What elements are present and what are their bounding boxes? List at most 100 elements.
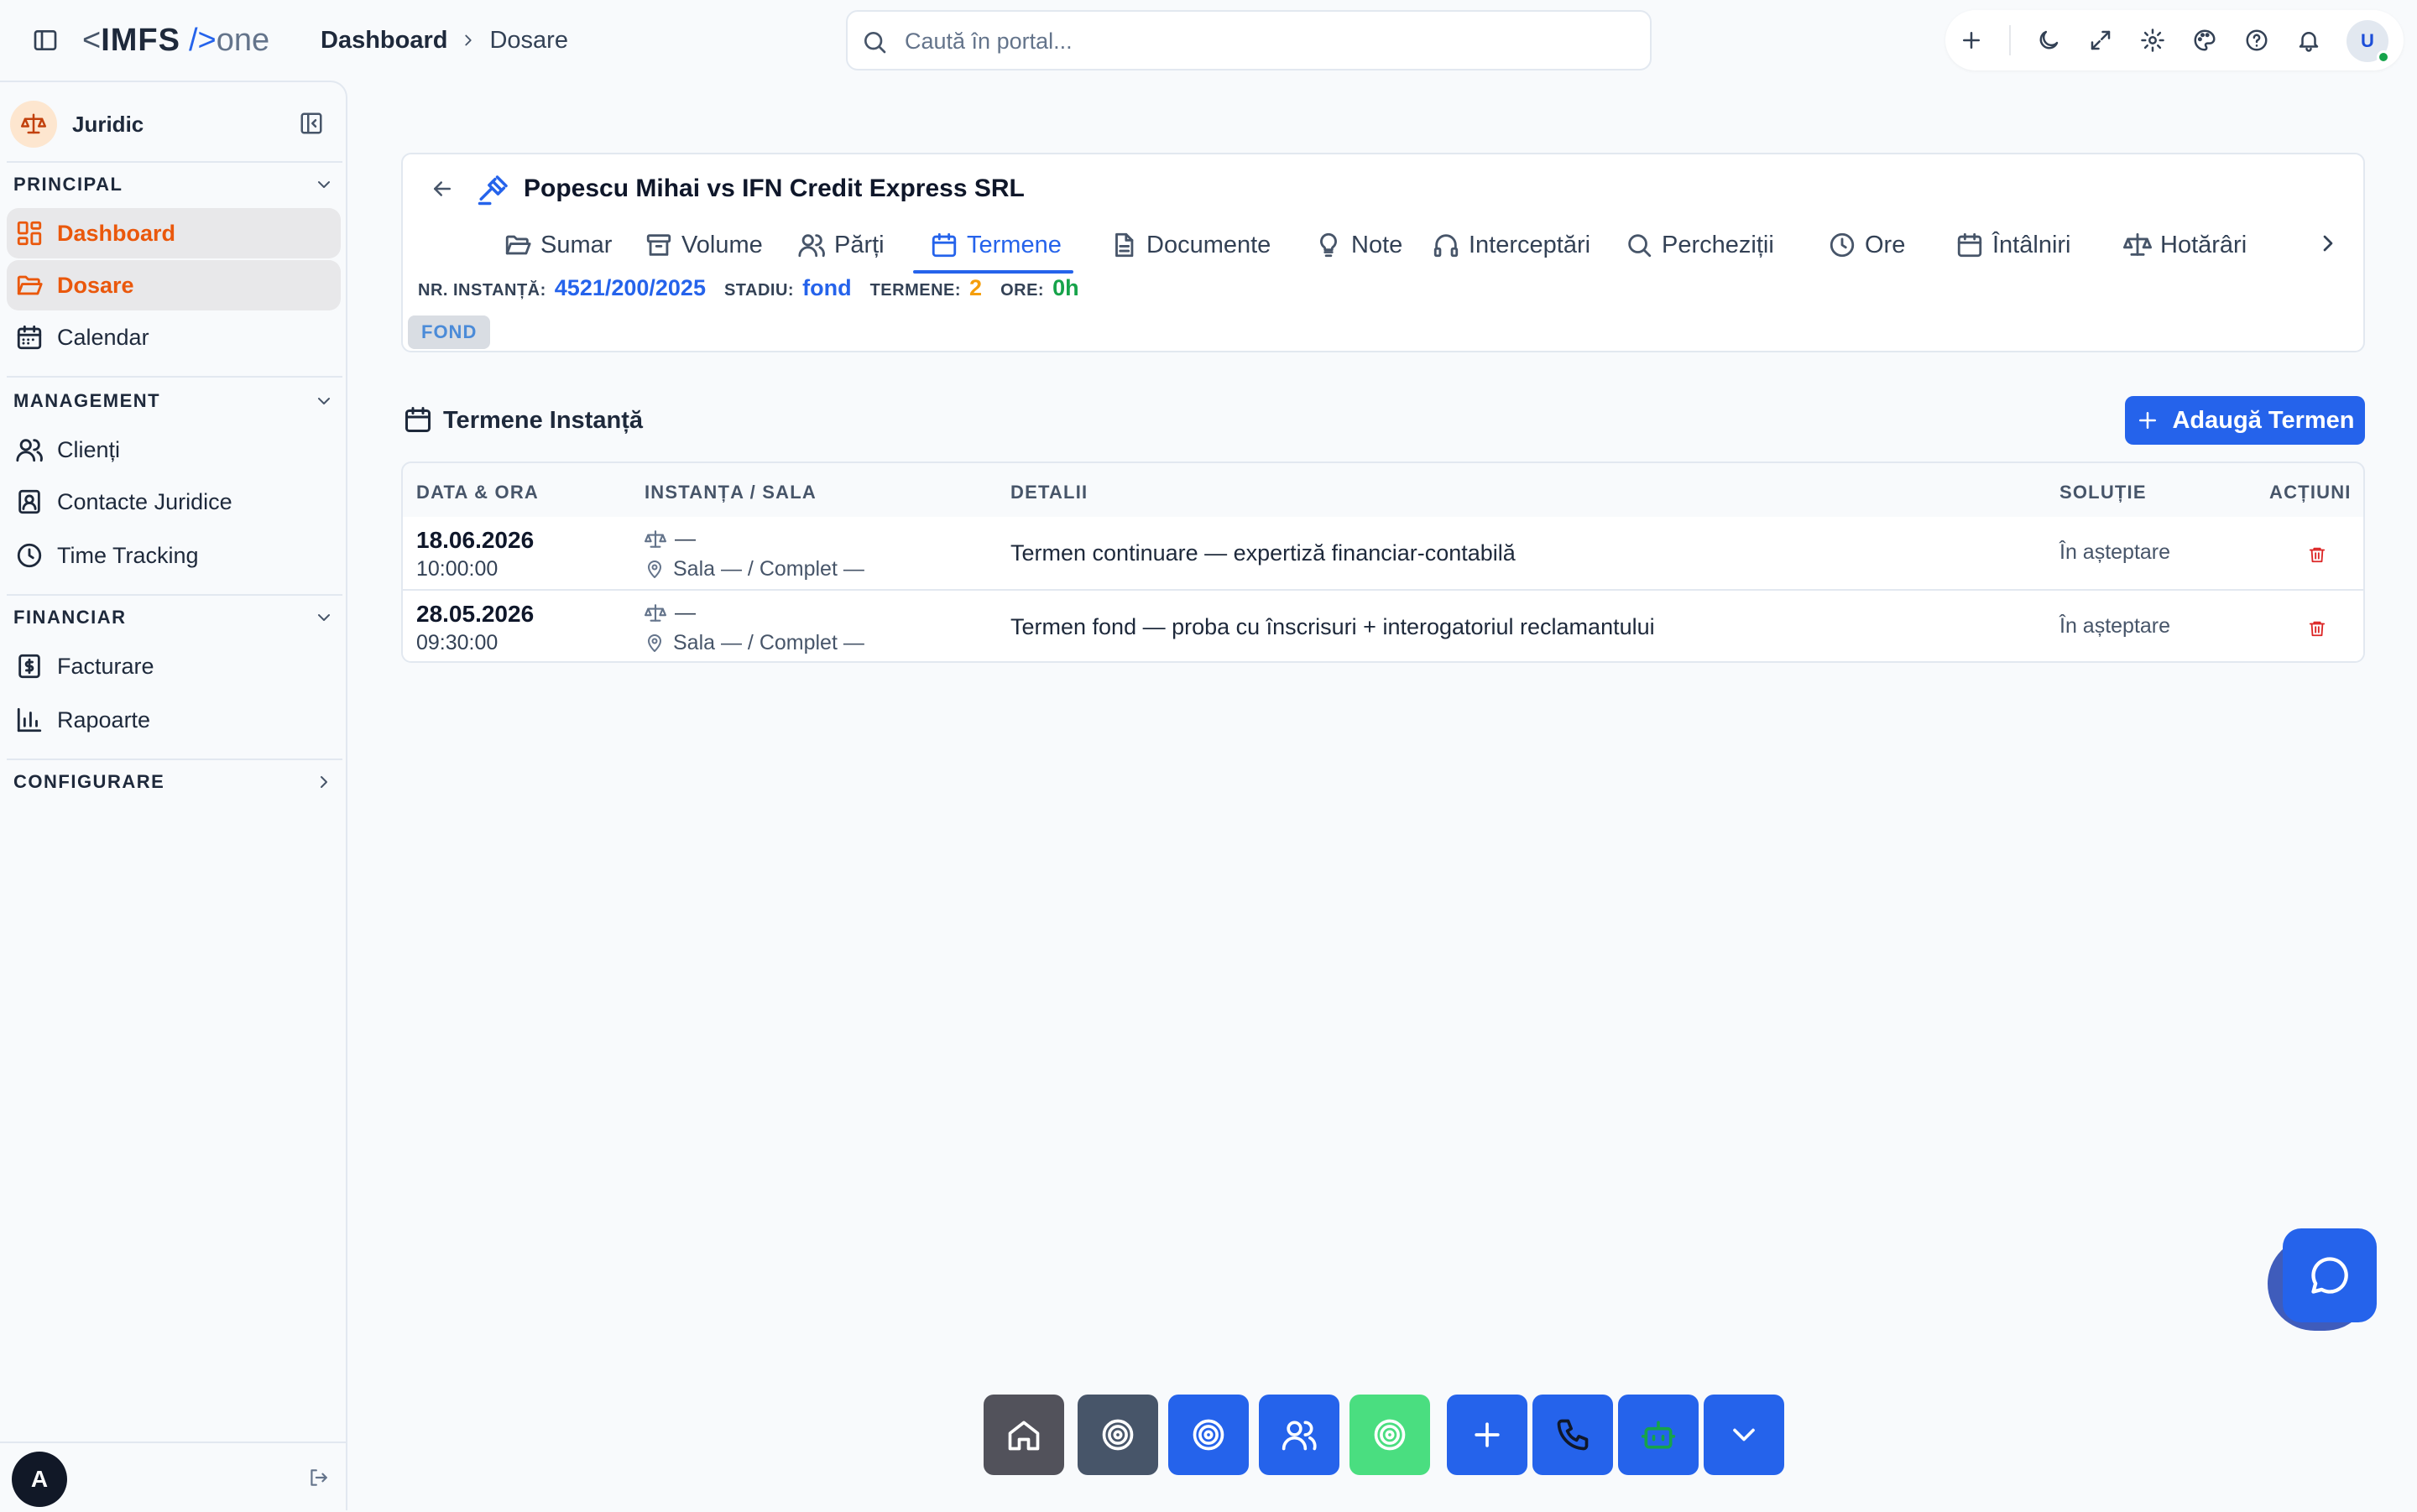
trash-icon[interactable]: [2308, 545, 2326, 564]
case-header-card: Popescu Mihai vs IFN Credit Express SRL …: [401, 153, 2365, 352]
term-time: 09:30:00: [416, 631, 499, 654]
dock-bot-button[interactable]: [1618, 1395, 1699, 1475]
tab-label: Note: [1351, 231, 1403, 258]
top-actions: [1945, 10, 2404, 70]
room-text: Sala — / Complet —: [673, 631, 864, 654]
terms-table: DATA & ORA INSTANȚA / SALA DETALII SOLUȚ…: [401, 461, 2365, 663]
palette-icon[interactable]: [2192, 28, 2217, 53]
dock-target-button[interactable]: [1078, 1395, 1158, 1475]
dock-target-button-3[interactable]: [1349, 1395, 1430, 1475]
sidebar-toggle-icon[interactable]: [32, 27, 59, 54]
sidebar-divider: [7, 161, 342, 163]
sidebar-item-label: Dashboard: [57, 220, 176, 246]
calendar-icon: [403, 404, 433, 435]
help-icon[interactable]: [2244, 28, 2269, 53]
section-financiar[interactable]: FINANCIAR: [13, 601, 334, 634]
brand-slash: />: [188, 23, 217, 58]
logout-icon[interactable]: [307, 1467, 329, 1489]
tab-intalniri[interactable]: Întâlniri: [1955, 222, 2071, 269]
dock-more-button[interactable]: [1704, 1395, 1784, 1475]
tab-label: Documente: [1146, 231, 1271, 258]
back-arrow-icon[interactable]: [430, 176, 455, 201]
dock-target-button-2[interactable]: [1168, 1395, 1249, 1475]
term-date: 18.06.2026: [416, 527, 535, 553]
bot-icon: [1641, 1421, 1676, 1449]
term-room: Sala — / Complet —: [645, 631, 864, 655]
plus-icon[interactable]: [1959, 28, 1984, 53]
chat-bubble-icon: [2311, 1257, 2348, 1294]
table-row[interactable]: 28.05.2026 09:30:00 — Sala — / Complet —…: [403, 591, 2363, 661]
sidebar-divider: [7, 759, 342, 760]
sidebar-item-time-tracking[interactable]: Time Tracking: [7, 530, 341, 581]
court-name: —: [675, 601, 696, 624]
tab-perchezitii[interactable]: Percheziții: [1625, 222, 1774, 269]
sidebar-item-contacte[interactable]: Contacte Juridice: [7, 477, 341, 527]
tab-interceptari[interactable]: Interceptări: [1432, 222, 1590, 269]
online-status-dot: [2377, 50, 2390, 64]
sidebar-item-rapoarte[interactable]: Rapoarte: [7, 695, 341, 745]
module-switcher[interactable]: Juridic: [10, 99, 144, 149]
sidebar-item-calendar[interactable]: Calendar: [7, 312, 341, 362]
sidebar-footer: A: [0, 1442, 346, 1512]
column-header: SOLUȚIE: [2059, 482, 2147, 503]
section-principal[interactable]: PRINCIPAL: [13, 168, 334, 201]
dock-home-button[interactable]: [984, 1395, 1064, 1475]
contact-icon: [15, 487, 44, 516]
term-time: 10:00:00: [416, 557, 499, 581]
tab-sumar[interactable]: Sumar: [504, 222, 612, 269]
tab-label: Ore: [1865, 231, 1906, 258]
search-icon: [861, 29, 888, 55]
tab-hotarari[interactable]: Hotărâri: [2123, 222, 2247, 269]
meta-ore-value: 0h: [1052, 275, 1079, 300]
expand-icon[interactable]: [2088, 28, 2113, 53]
section-title: MANAGEMENT: [13, 390, 161, 411]
meta-stadiu-value: fond: [802, 275, 852, 300]
chevron-down-icon: [314, 607, 334, 628]
bell-icon[interactable]: [2296, 28, 2321, 53]
phone-icon: [1557, 1419, 1589, 1451]
chat-button[interactable]: [2283, 1228, 2377, 1322]
search-input[interactable]: [905, 20, 1626, 62]
users-icon: [1282, 1421, 1317, 1451]
section-configurare[interactable]: CONFIGURARE: [13, 765, 334, 799]
scale-icon: [645, 602, 666, 624]
module-name: Juridic: [72, 111, 144, 137]
collapse-sidebar-icon[interactable]: [299, 111, 324, 136]
sidebar-item-label: Dosare: [57, 272, 134, 298]
tab-documente[interactable]: Documente: [1109, 222, 1271, 269]
section-management[interactable]: MANAGEMENT: [13, 384, 334, 418]
case-tabs: Sumar Volume Părți Termene Documente Not…: [504, 222, 2289, 274]
brand-logo[interactable]: <IMFS/>one: [82, 20, 269, 60]
sidebar-item-label: Calendar: [57, 324, 149, 350]
tab-parti[interactable]: Părți: [797, 222, 885, 269]
dock-phone-button[interactable]: [1532, 1395, 1613, 1475]
sidebar-item-dashboard[interactable]: Dashboard: [7, 208, 341, 258]
moon-icon[interactable]: [2036, 28, 2061, 53]
user-avatar-top[interactable]: U: [2347, 20, 2390, 64]
tab-ore[interactable]: Ore: [1828, 222, 1905, 269]
room-text: Sala — / Complet —: [673, 557, 864, 581]
term-solution: În așteptare: [2059, 540, 2171, 564]
chevron-right-icon[interactable]: [2315, 230, 2341, 257]
sidebar-item-facturare[interactable]: Facturare: [7, 641, 341, 691]
add-term-button[interactable]: Adaugă Termen: [2125, 396, 2365, 445]
gavel-icon: [477, 171, 512, 206]
headphones-icon: [1432, 231, 1460, 259]
meta-termene-label: TERMENE:: [869, 281, 962, 300]
sidebar-item-dosare[interactable]: Dosare: [7, 260, 341, 310]
term-court: —: [645, 601, 696, 625]
table-row[interactable]: 18.06.2026 10:00:00 — Sala — / Complet —…: [403, 517, 2363, 591]
column-header: DETALII: [1010, 482, 1088, 503]
dock-users-button[interactable]: [1259, 1395, 1339, 1475]
breadcrumb-dashboard[interactable]: Dashboard: [321, 23, 447, 57]
gear-icon[interactable]: [2140, 28, 2165, 53]
tab-volume[interactable]: Volume: [645, 222, 763, 269]
plus-icon: [2135, 408, 2160, 433]
chevron-right-icon: [459, 31, 478, 50]
tab-termene[interactable]: Termene: [913, 222, 1073, 274]
tab-note[interactable]: Note: [1314, 222, 1402, 269]
user-avatar[interactable]: A: [12, 1452, 67, 1507]
dock-plus-button[interactable]: [1447, 1395, 1527, 1475]
sidebar-item-clienti[interactable]: Clienți: [7, 425, 341, 475]
trash-icon[interactable]: [2308, 619, 2326, 638]
